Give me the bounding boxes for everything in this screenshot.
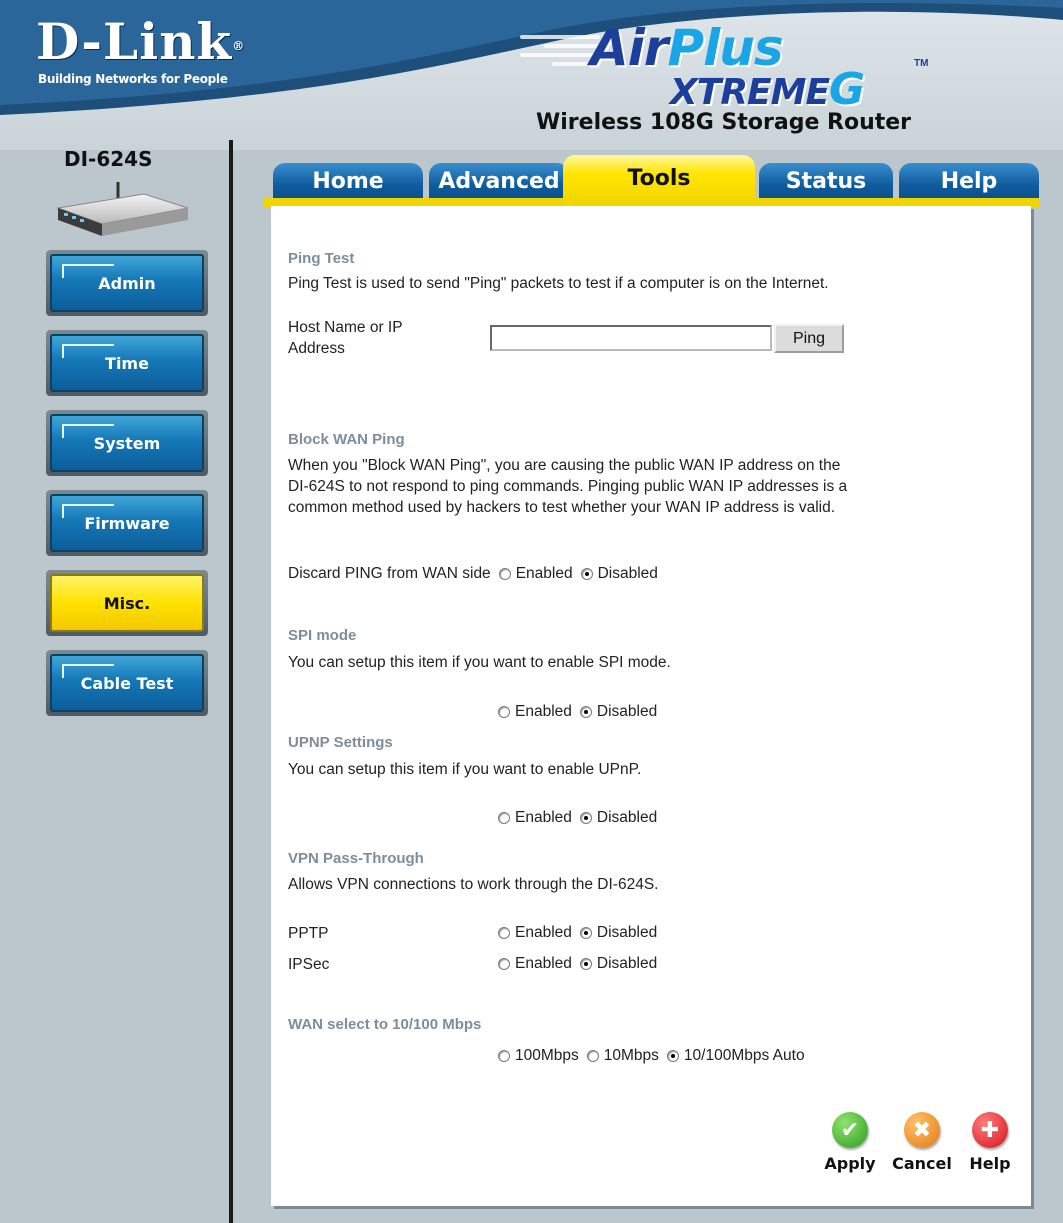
pptp-disabled-label: Disabled [596,924,658,941]
help-button[interactable]: ✚ Help [955,1112,1025,1173]
spi-mode-row: Enabled Disabled [498,703,665,721]
sidebar-item-label: Firmware [50,494,204,552]
pptp-enabled-label: Enabled [515,924,572,941]
upnp-description: You can setup this item if you want to e… [288,761,642,778]
tab-advanced[interactable]: Advanced [429,163,569,200]
x-icon: ✖ [904,1112,940,1148]
xtremeg-logo: XTREMEG [670,64,865,115]
tab-home[interactable]: Home [273,163,423,200]
sidebar-item-label: Time [50,334,204,392]
spi-enabled-label: Enabled [515,703,572,720]
sidebar-item-time[interactable]: Time [46,330,208,396]
ipsec-enabled-label: Enabled [515,955,572,972]
vpn-title: VPN Pass-Through [288,850,424,867]
sidebar-item-cable-test[interactable]: Cable Test [46,650,208,716]
block-wan-ping-description: When you "Block WAN Ping", you are causi… [288,455,1008,518]
spi-disabled-label: Disabled [596,703,658,720]
cancel-label: Cancel [892,1154,952,1173]
wan-10mbps-label: 10Mbps [603,1047,659,1064]
cancel-button[interactable]: ✖ Cancel [887,1112,957,1173]
sidebar-item-label: Admin [50,254,204,312]
ipsec-enabled-radio[interactable] [498,958,510,970]
tab-status[interactable]: Status [759,163,893,200]
sidebar-item-label: Misc. [50,574,204,632]
wan-100mbps-label: 100Mbps [515,1047,579,1064]
pptp-label: PPTP [288,925,329,942]
tab-tools[interactable]: Tools [563,155,755,202]
wan-auto-radio[interactable] [666,1050,679,1062]
discard-ping-row: Discard PING from WAN side Enabled Disab… [288,565,666,583]
block-wan-ping-desc-line1: When you "Block WAN Ping", you are causi… [288,457,841,474]
sidebar-divider [229,140,233,1223]
product-title: Wireless 108G Storage Router [536,110,912,135]
discard-ping-disabled-label: Disabled [597,565,658,582]
sidebar-item-firmware[interactable]: Firmware [46,490,208,556]
trademark-mark: TM [914,58,929,69]
upnp-row: Enabled Disabled [498,809,665,827]
sidebar-item-system[interactable]: System [46,410,208,476]
upnp-disabled-label: Disabled [596,809,658,826]
block-wan-ping-desc-line2: DI-624S to not respond to ping commands.… [288,478,848,495]
host-input[interactable] [490,325,772,351]
top-tab-bar: Home Advanced Tools Status Help [263,155,1040,207]
wan-auto-label: 10/100Mbps Auto [683,1047,805,1064]
wan-speed-title: WAN select to 10/100 Mbps [288,1016,482,1033]
pptp-enabled-radio[interactable] [498,927,510,939]
sidebar-item-admin[interactable]: Admin [46,250,208,316]
sidebar-item-label: Cable Test [50,654,204,712]
wan-speed-row: 100Mbps 10Mbps 10/100Mbps Auto [498,1047,813,1065]
spi-mode-title: SPI mode [288,627,357,644]
plus-icon: ✚ [972,1112,1008,1148]
help-label: Help [969,1154,1011,1173]
speed-lines-decoration [520,30,600,80]
ipsec-disabled-radio[interactable] [579,958,592,970]
pptp-row: Enabled Disabled [498,924,665,942]
discard-ping-disabled-radio[interactable] [580,568,593,580]
router-image [56,182,189,236]
apply-button[interactable]: ✔ Apply [815,1112,885,1173]
host-label: Host Name or IP Address [288,317,468,359]
spi-enabled-radio[interactable] [498,706,510,718]
discard-ping-enabled-radio[interactable] [498,568,511,580]
dlink-logo: D-Link® [36,12,246,71]
ipsec-label: IPSec [288,956,330,973]
upnp-title: UPNP Settings [288,734,393,751]
airplus-logo: AirPlus [590,19,784,77]
spi-mode-description: You can setup this item if you want to e… [288,654,671,671]
spi-disabled-radio[interactable] [579,706,592,718]
dlink-tagline: Building Networks for People [38,72,228,86]
ipsec-disabled-label: Disabled [596,955,658,972]
ipsec-row: Enabled Disabled [498,955,665,973]
host-label-line2: Address [288,340,345,357]
wan-100mbps-radio[interactable] [498,1050,510,1062]
host-label-line1: Host Name or IP [288,319,403,336]
upnp-enabled-radio[interactable] [498,812,510,824]
pptp-disabled-radio[interactable] [579,927,592,939]
upnp-disabled-radio[interactable] [579,812,592,824]
sidebar-item-label: System [50,414,204,472]
header-banner: D-Link® Building Networks for People Air… [0,0,1063,150]
discard-ping-label: Discard PING from WAN side [288,565,491,582]
ping-test-title: Ping Test [288,250,355,267]
ping-button[interactable]: Ping [774,324,844,353]
apply-label: Apply [824,1154,876,1173]
ping-test-description: Ping Test is used to send "Ping" packets… [288,275,829,292]
wan-10mbps-radio[interactable] [586,1050,599,1062]
tab-help[interactable]: Help [899,163,1039,200]
check-icon: ✔ [832,1112,868,1148]
block-wan-ping-title: Block WAN Ping [288,431,405,448]
vpn-description: Allows VPN connections to work through t… [288,876,659,893]
model-name: DI-624S [64,147,153,171]
block-wan-ping-desc-line3: common method used by hackers to test wh… [288,499,836,516]
upnp-enabled-label: Enabled [515,809,572,826]
discard-ping-enabled-label: Enabled [515,565,573,582]
sidebar-item-misc[interactable]: Misc. [46,570,208,636]
